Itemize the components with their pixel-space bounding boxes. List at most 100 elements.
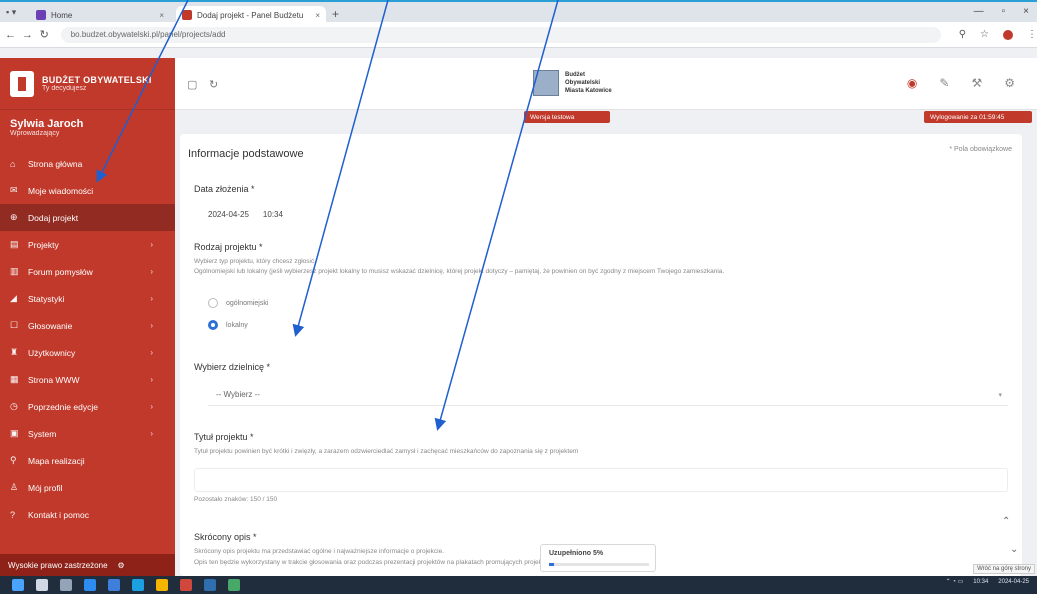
brand-line: Obywatelski [565, 80, 601, 86]
settings-icon[interactable]: ⚙ [1004, 76, 1015, 90]
project-title-input[interactable] [194, 468, 1008, 492]
map-icon: ⚲ [10, 455, 17, 465]
select-value: -- Wybierz -- [216, 390, 260, 399]
settings-icon[interactable]: ⚙ [118, 561, 125, 570]
project-title-hint: Tytuł projektu powinien być krótki i zwi… [194, 448, 579, 455]
url-text: bo.budzet.obywatelski.pl/panel/projects/… [70, 30, 226, 39]
chrome-icon[interactable] [156, 579, 168, 591]
profile-avatar-icon[interactable] [1003, 29, 1014, 40]
vote-icon: ☐ [10, 320, 19, 330]
brand-line: Miasta Katowice [565, 88, 612, 94]
radio-local[interactable]: lokalny [208, 320, 248, 330]
sidebar-item-forum[interactable]: ▥ Forum pomysłów › [0, 258, 175, 285]
district-select[interactable]: -- Wybierz -- ▾ [208, 384, 1008, 406]
radio-label: lokalny [226, 321, 248, 329]
short-description-hint: Skrócony opis projektu ma przedstawiać o… [194, 548, 445, 555]
district-label: Wybierz dzielnicę * [194, 362, 270, 372]
browser-menu-icon[interactable]: ⋮ [1027, 29, 1037, 40]
chevron-right-icon: › [150, 240, 153, 249]
brand-logo[interactable]: Budżet Obywatelski Miasta Katowice [533, 70, 612, 96]
close-tab-icon[interactable]: × [159, 11, 164, 20]
refresh-icon[interactable]: ↻ [209, 78, 218, 91]
radio-citywide[interactable]: ogólnomiejski [208, 298, 268, 308]
logo-title: BUDŻET OBYWATELSKI [42, 75, 152, 85]
sidebar-item-voting[interactable]: ☐ Głosowanie › [0, 312, 175, 339]
scroll-up-icon[interactable]: ⌃ [1002, 516, 1010, 527]
chevron-right-icon: › [150, 375, 153, 384]
time-value: 10:34 [262, 210, 283, 219]
sidebar-item-label: Statystyki [28, 293, 65, 304]
chevron-right-icon: › [150, 348, 153, 357]
app-icon[interactable] [108, 579, 120, 591]
address-bar: ← → ↻ bo.budzet.obywatelski.pl/panel/pro… [0, 22, 1037, 48]
badge-text: Wylogowanie za 01:59:45 [930, 113, 1005, 121]
forward-icon[interactable]: → [21, 29, 34, 41]
project-type-label: Rodzaj projektu * [194, 242, 263, 252]
tools-icon[interactable]: ⚒ [971, 76, 982, 90]
app-icon[interactable] [84, 579, 96, 591]
sidebar-item-add-project[interactable]: ⊕ Dodaj projekt [0, 204, 175, 231]
close-tab-icon[interactable]: × [315, 11, 320, 20]
sidebar-item-messages[interactable]: ✉ Moje wiadomości [0, 177, 175, 204]
sidebar-item-map[interactable]: ⚲ Mapa realizacji [0, 447, 175, 474]
sidebar-item-statistics[interactable]: ◢ Statystyki › [0, 285, 175, 312]
progress-track [549, 563, 649, 566]
app-icon[interactable] [204, 579, 216, 591]
user-name: Sylwia Jaroch [10, 118, 84, 130]
app-icon[interactable] [180, 579, 192, 591]
url-field[interactable]: bo.budzet.obywatelski.pl/panel/projects/… [60, 26, 941, 43]
notification-icon[interactable]: ◉ [907, 76, 917, 90]
progress-label: Uzupełniono 5% [549, 550, 604, 557]
new-tab-icon[interactable]: + [332, 7, 339, 21]
start-icon[interactable] [12, 579, 24, 591]
plus-icon: ⊕ [10, 212, 18, 222]
sidebar-item-previous-editions[interactable]: ◷ Poprzednie edycje › [0, 393, 175, 420]
logo-subtitle: Ty decydujesz [42, 85, 87, 92]
bookmark-star-icon[interactable]: ☆ [980, 29, 989, 40]
minimize-icon[interactable]: — [974, 6, 984, 17]
sidebar-item-profile[interactable]: ♙ Mój profil [0, 474, 175, 501]
search-icon[interactable] [36, 579, 48, 591]
sidebar-item-label: Mapa realizacji [28, 455, 85, 466]
edit-icon[interactable]: ✎ [939, 76, 949, 90]
doc-icon: ▤ [10, 239, 19, 249]
sidebar-item-home[interactable]: ⌂ Strona główna [0, 150, 175, 177]
footer-text: Wysokie prawo zastrzeżone [8, 560, 108, 570]
sidebar-item-help[interactable]: ? Kontakt i pomoc [0, 501, 175, 528]
radio-button[interactable] [208, 298, 218, 308]
clock-time[interactable]: 10:34 [973, 579, 988, 585]
back-icon[interactable]: ← [4, 29, 17, 41]
session-timer-badge: Wylogowanie za 01:59:45 [924, 111, 1032, 123]
user-panel: Sylwia Jaroch Wprowadzający [0, 110, 175, 150]
sidebar-item-projects[interactable]: ▤ Projekty › [0, 231, 175, 258]
window-menu-icon[interactable]: ▪ ▾ [6, 7, 16, 18]
sidebar-item-website[interactable]: ▦ Strona WWW › [0, 366, 175, 393]
sidebar-item-label: Forum pomysłów [28, 266, 93, 277]
reload-icon[interactable]: ↻ [38, 28, 51, 41]
sidebar-item-users[interactable]: ♜ Użytkownicy › [0, 339, 175, 366]
city-crest-icon [533, 70, 559, 96]
sidebar-item-label: Poprzednie edycje [28, 401, 98, 412]
brand-line: Budżet [565, 72, 585, 78]
forum-icon: ▥ [10, 266, 19, 276]
sidebar-logo[interactable]: BUDŻET OBYWATELSKI Ty decydujesz [0, 58, 175, 110]
user-icon: ♙ [10, 482, 19, 492]
radio-button[interactable] [208, 320, 218, 330]
clock-date[interactable]: 2024-04-25 [998, 579, 1029, 585]
scroll-down-icon[interactable]: ⌄ [1010, 544, 1018, 555]
chevron-right-icon: › [150, 402, 153, 411]
tray-icons[interactable]: ⌃ ◔ ▭ [946, 578, 964, 585]
date-time-field[interactable]: 2024-04-25 10:34 [208, 210, 283, 219]
edge-icon[interactable] [132, 579, 144, 591]
panel-toggle-icon[interactable]: ▢ [187, 78, 197, 91]
task-view-icon[interactable] [60, 579, 72, 591]
system-icon: ▣ [10, 428, 19, 438]
maximize-icon[interactable]: ▫ [1002, 6, 1006, 17]
zoom-icon[interactable]: ⚲ [959, 29, 966, 40]
tab-favicon-icon [182, 10, 192, 20]
sidebar-item-label: Kontakt i pomoc [28, 509, 89, 520]
app-icon[interactable] [228, 579, 240, 591]
close-window-icon[interactable]: × [1023, 6, 1029, 17]
app-header: ▢ ↻ Budżet Obywatelski Miasta Katowice ◉… [175, 58, 1037, 110]
sidebar-item-system[interactable]: ▣ System › [0, 420, 175, 447]
